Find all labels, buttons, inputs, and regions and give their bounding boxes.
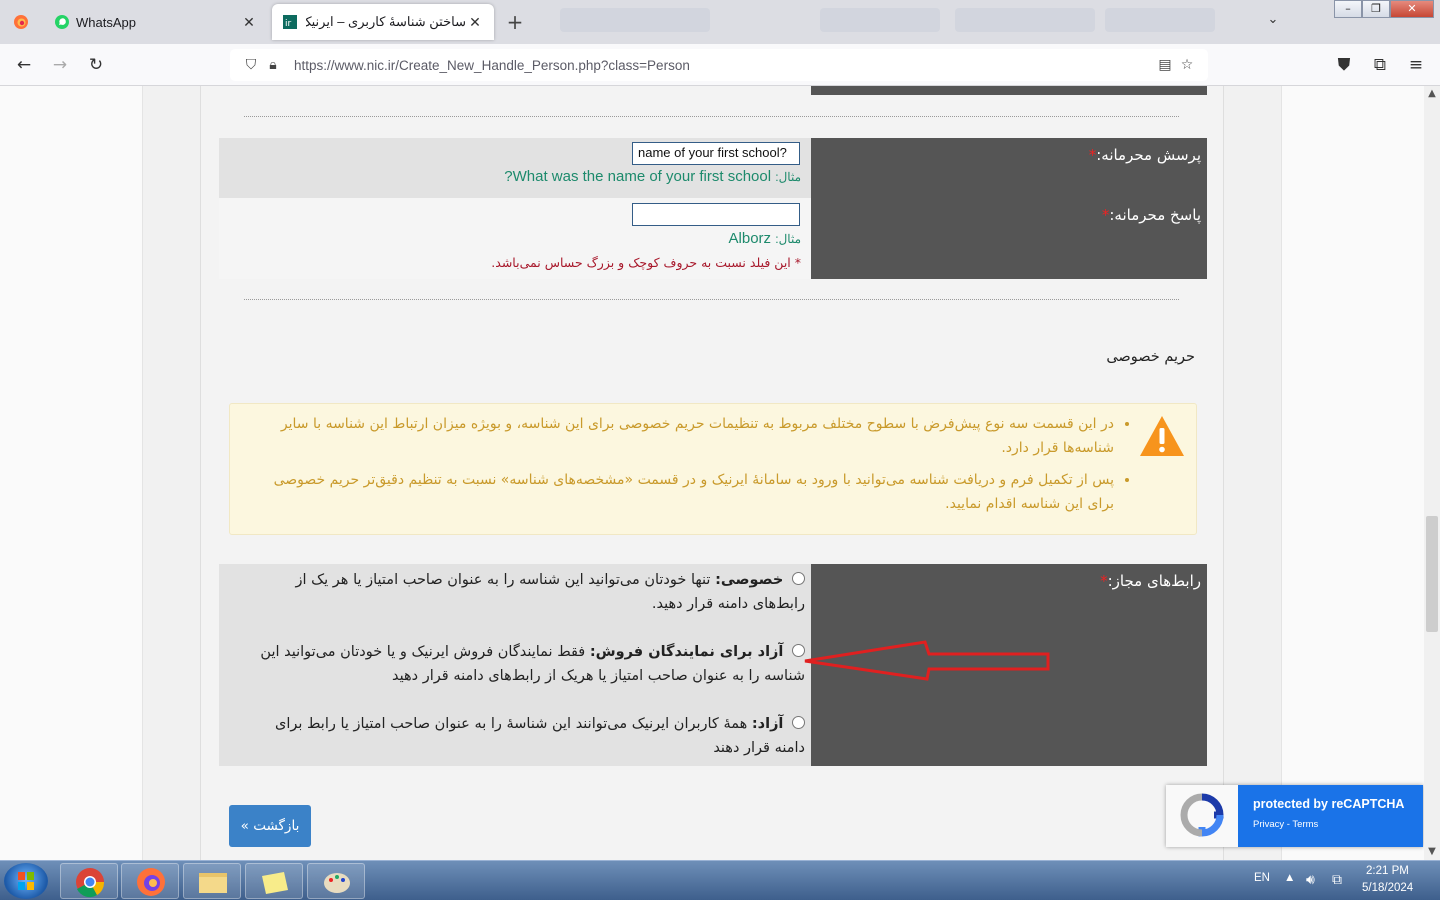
- whatsapp-icon: [55, 15, 69, 29]
- paint-palette-icon: [324, 873, 350, 893]
- secret-question-label: پرسش محرمانه:*: [811, 138, 1207, 198]
- allowed-contacts-options: خصوصی: تنها خودتان می‌توانید این شناسه ر…: [219, 564, 811, 766]
- secret-answer-example: مثال: Alborz: [728, 230, 801, 247]
- secret-answer-row: پاسخ محرمانه:* مثال: Alborz * این فیلد ن…: [219, 198, 1207, 279]
- taskbar-chrome[interactable]: [60, 863, 118, 899]
- allowed-contacts-row: رابط‌های مجاز:* خصوصی: تنها خودتان می‌تو…: [219, 564, 1207, 766]
- scroll-thumb[interactable]: [1426, 516, 1438, 632]
- tab-firefox[interactable]: [0, 4, 42, 40]
- option-resellers[interactable]: آزاد برای نمایندگان فروش: فقط نمایندگان …: [257, 640, 805, 688]
- page-scrollbar[interactable]: ▲ ▼: [1424, 86, 1440, 860]
- privacy-section-title: حریم خصوصی: [1106, 349, 1195, 365]
- secret-answer-label: پاسخ محرمانه:*: [811, 198, 1207, 279]
- shield-icon[interactable]: ⛉: [240, 57, 262, 73]
- taskbar-explorer[interactable]: [183, 863, 241, 899]
- secret-answer-field: مثال: Alborz * این فیلد نسبت به حروف کوچ…: [219, 198, 811, 279]
- privacy-info-item: در این قسمت سه نوع پیش‌فرض با سطوح مختلف…: [250, 412, 1114, 460]
- new-tab-button[interactable]: +: [504, 10, 526, 34]
- navigation-bar: ← → ↻ ⛉ 🔒︎ https://www.nic.ir/Create_New…: [0, 44, 1440, 86]
- secret-question-example: مثال: What was the name of your first sc…: [504, 168, 801, 185]
- secret-question-row: پرسش محرمانه:* name of your first school…: [219, 138, 1207, 198]
- divider: [244, 299, 1179, 300]
- secret-question-input[interactable]: name of your first school?: [632, 142, 800, 165]
- background-tab[interactable]: [560, 8, 710, 32]
- recaptcha-badge[interactable]: protected by reCAPTCHA Privacy - Terms: [1166, 785, 1423, 847]
- recaptcha-title: protected by reCAPTCHA: [1253, 797, 1405, 811]
- extensions-icon[interactable]: ⧉: [1366, 52, 1394, 78]
- radio-button[interactable]: [792, 572, 805, 585]
- reader-view-icon[interactable]: ▤: [1154, 57, 1176, 73]
- close-icon[interactable]: ✕: [240, 14, 258, 31]
- pocket-icon[interactable]: ⛊: [1330, 52, 1358, 78]
- tray-expand-icon[interactable]: ▲: [1284, 872, 1295, 884]
- folder-icon: [199, 873, 227, 893]
- svg-text:ir: ir: [285, 19, 292, 29]
- annotation-arrow: [804, 640, 1050, 681]
- firefox-icon: [14, 15, 28, 29]
- taskbar-paint[interactable]: [307, 863, 365, 899]
- menu-icon[interactable]: ≡: [1402, 52, 1430, 78]
- windows-logo-icon: [18, 872, 34, 890]
- windows-taskbar: EN ▲ 🔊︎ ⧉ 2:21 PM 5/18/2024: [0, 860, 1440, 900]
- secret-question-field: name of your first school? مثال: What wa…: [219, 138, 811, 198]
- tab-bar: WhatsApp ✕ ir ساختن شناسهٔ کاربری – ایرن…: [0, 0, 1440, 44]
- start-button[interactable]: [4, 863, 48, 899]
- reload-icon[interactable]: ↻: [82, 52, 110, 78]
- maximize-button[interactable]: ❐: [1362, 0, 1390, 18]
- sticky-notes-icon: [262, 872, 288, 894]
- background-tab[interactable]: [820, 8, 940, 32]
- tab-title: WhatsApp: [76, 14, 136, 30]
- irnic-icon: ir: [283, 15, 297, 29]
- recaptcha-icon: [1180, 793, 1224, 837]
- chevron-down-icon[interactable]: ⌄: [1262, 12, 1284, 27]
- tab-irnic[interactable]: ir ساختن شناسهٔ کاربری – ایرنیک ✕: [272, 4, 494, 40]
- url-bar[interactable]: ⛉ 🔒︎ https://www.nic.ir/Create_New_Handl…: [230, 49, 1208, 81]
- recaptcha-links[interactable]: Privacy - Terms: [1253, 819, 1423, 830]
- secret-answer-input[interactable]: [632, 203, 800, 226]
- warning-icon: [1140, 416, 1184, 456]
- left-margin: [0, 86, 143, 860]
- minimize-button[interactable]: –: [1334, 0, 1362, 18]
- privacy-info-item: پس از تکمیل فرم و دریافت شناسه می‌توانید…: [250, 468, 1114, 516]
- network-icon[interactable]: ⧉: [1332, 871, 1342, 888]
- bookmark-star-icon[interactable]: ☆: [1176, 57, 1198, 73]
- url-text[interactable]: https://www.nic.ir/Create_New_Handle_Per…: [294, 58, 1154, 73]
- tab-title: ساختن شناسهٔ کاربری – ایرنیک: [306, 14, 466, 29]
- taskbar-firefox[interactable]: [121, 863, 179, 899]
- case-insensitive-note: * این فیلد نسبت به حروف کوچک و بزرگ حساس…: [491, 255, 801, 270]
- form-content: پرسش محرمانه:* name of your first school…: [200, 86, 1224, 860]
- back-arrow-icon[interactable]: ←: [10, 52, 38, 78]
- required-marker: *: [1100, 572, 1108, 590]
- background-tab[interactable]: [955, 8, 1095, 32]
- recaptcha-logo: [1166, 785, 1238, 847]
- radio-button[interactable]: [792, 716, 805, 729]
- background-tab[interactable]: [1105, 8, 1215, 32]
- scroll-down-icon[interactable]: ▼: [1424, 844, 1440, 860]
- back-button[interactable]: بازگشت »: [229, 805, 311, 847]
- window-close-button[interactable]: ✕: [1390, 0, 1434, 18]
- label-column-end: [811, 86, 1207, 95]
- firefox-icon: [137, 868, 165, 896]
- input-language[interactable]: EN: [1254, 872, 1270, 884]
- divider: [244, 116, 1179, 117]
- tab-whatsapp[interactable]: WhatsApp ✕: [44, 4, 268, 40]
- forward-arrow-icon[interactable]: →: [46, 52, 74, 78]
- clock-time[interactable]: 2:21 PM: [1366, 865, 1409, 877]
- close-icon[interactable]: ✕: [466, 14, 484, 31]
- chrome-icon: [76, 868, 105, 898]
- page: پرسش محرمانه:* name of your first school…: [0, 86, 1424, 860]
- right-margin: [1281, 86, 1424, 860]
- volume-icon[interactable]: 🔊︎: [1306, 871, 1315, 888]
- privacy-warning-box: در این قسمت سه نوع پیش‌فرض با سطوح مختلف…: [229, 403, 1197, 535]
- recaptcha-panel: protected by reCAPTCHA Privacy - Terms: [1238, 785, 1423, 847]
- option-private[interactable]: خصوصی: تنها خودتان می‌توانید این شناسه ر…: [257, 568, 805, 616]
- scroll-up-icon[interactable]: ▲: [1424, 86, 1440, 102]
- option-public[interactable]: آزاد: همهٔ کاربران ایرنیک می‌توانند این …: [257, 712, 805, 760]
- lock-icon[interactable]: 🔒︎: [262, 57, 284, 73]
- clock-date[interactable]: 5/18/2024: [1362, 882, 1413, 894]
- taskbar-sticky-notes[interactable]: [245, 863, 303, 899]
- privacy-info-list: در این قسمت سه نوع پیش‌فرض با سطوح مختلف…: [250, 412, 1130, 524]
